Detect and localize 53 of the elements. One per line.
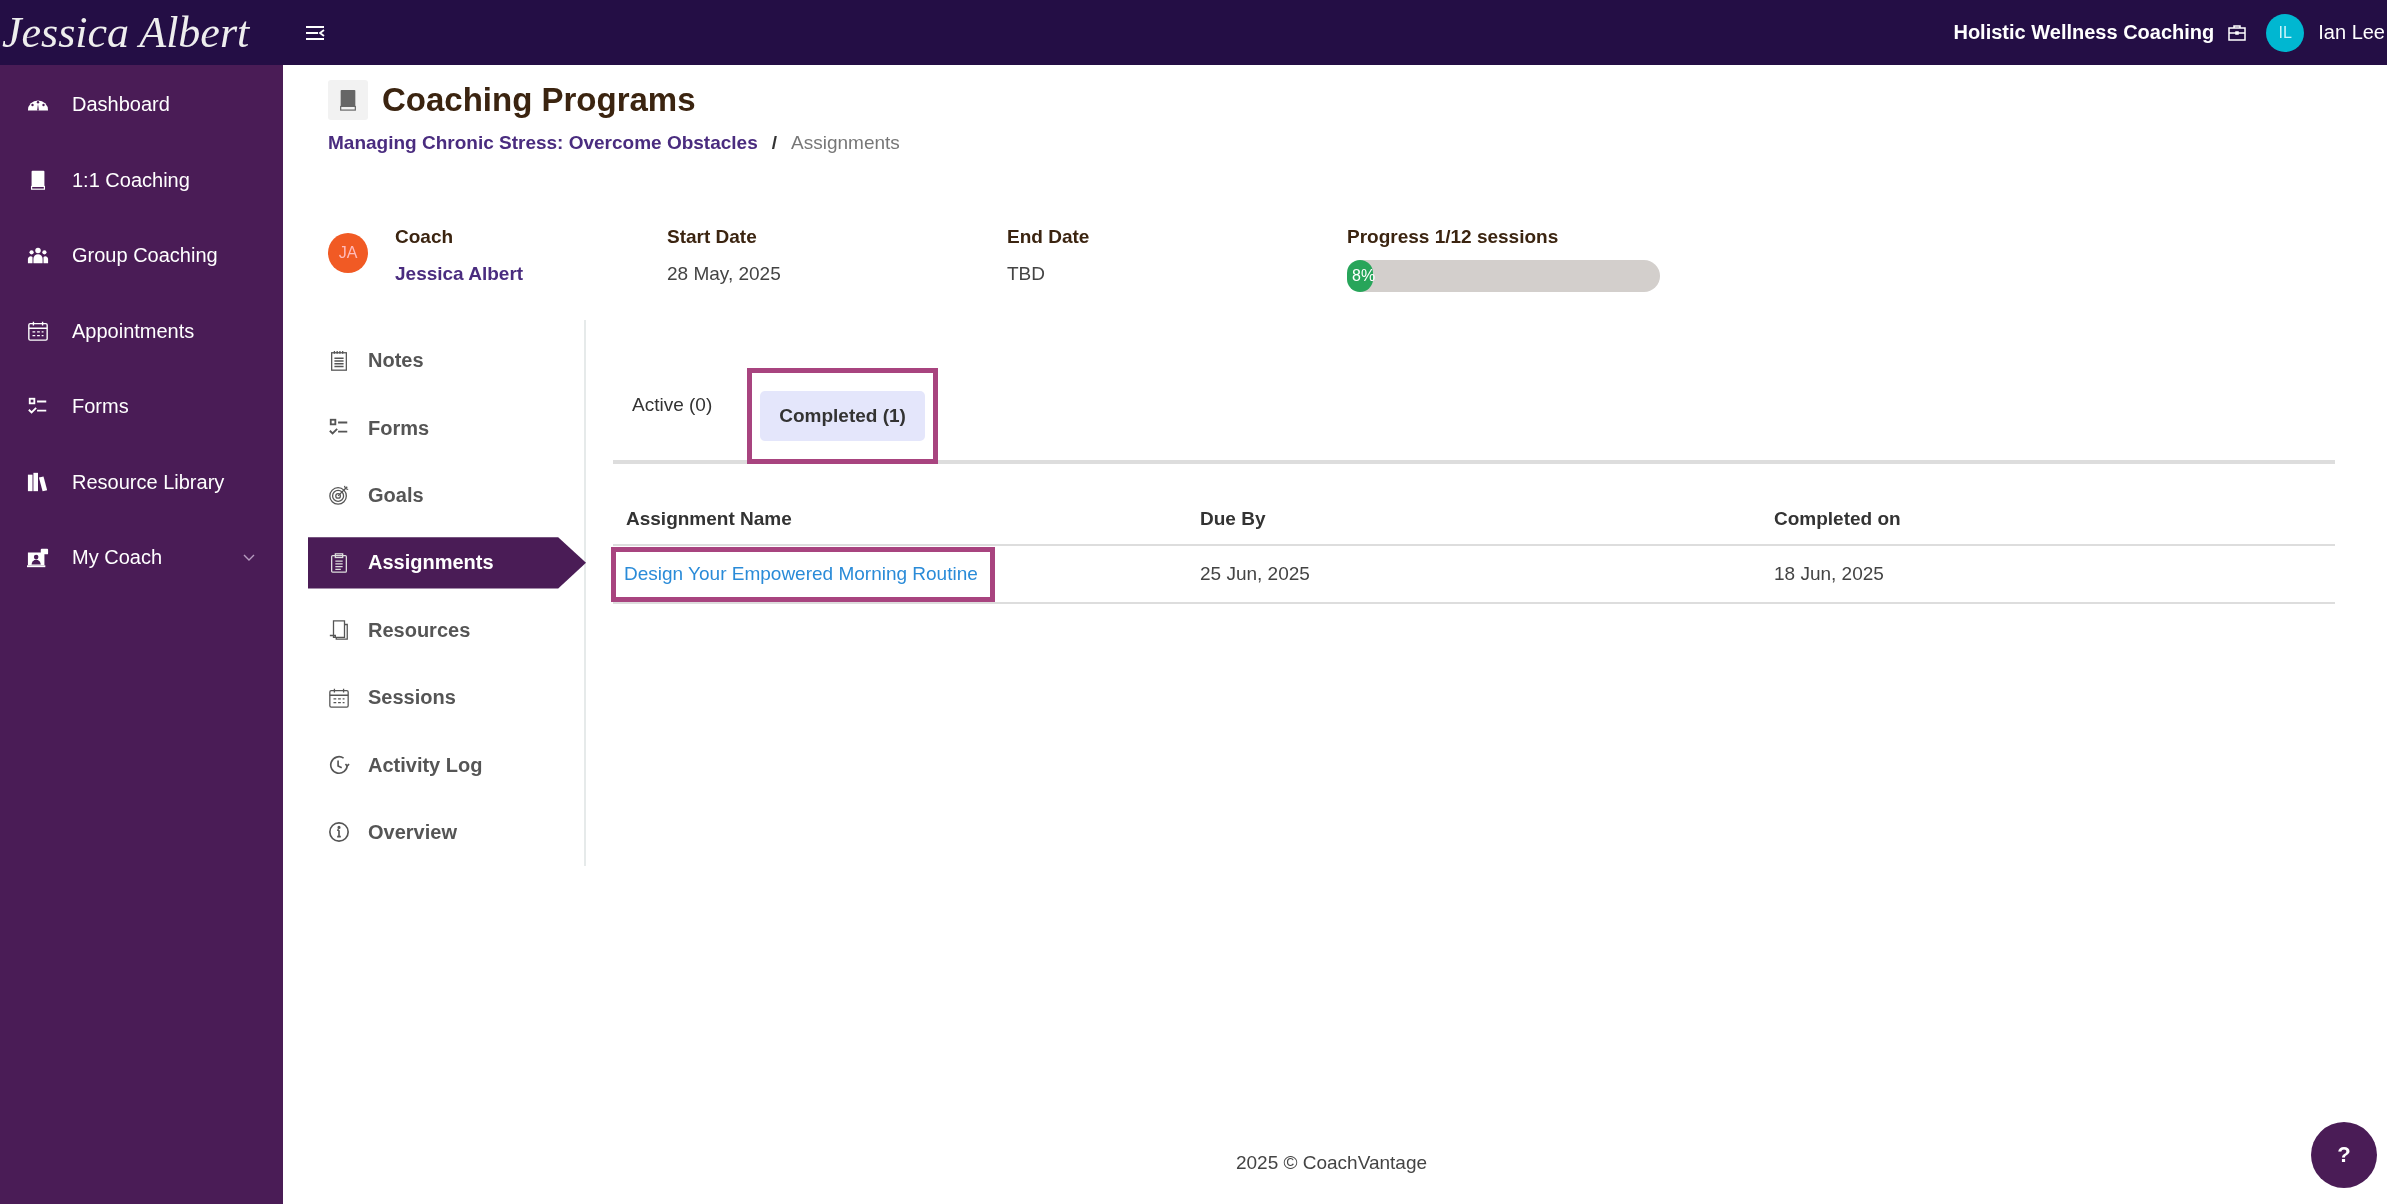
breadcrumb-separator: /	[771, 132, 778, 154]
section-nav-item[interactable]: Sessions	[308, 663, 586, 732]
calendar-icon	[27, 320, 49, 343]
clock-icon	[328, 754, 350, 777]
page-title: Coaching Programs	[382, 81, 696, 119]
coach-avatar: JA	[328, 233, 368, 273]
breadcrumb-link[interactable]: Managing Chronic Stress: Overcome Obstacles	[328, 132, 758, 154]
sidebar-item[interactable]: 1:1 Coaching	[0, 142, 283, 218]
clipboard-icon	[328, 551, 350, 574]
tab[interactable]: Completed (1)	[760, 391, 925, 441]
organization-name: Holistic Wellness Coaching	[1953, 21, 2215, 44]
sidebar-item[interactable]: Resource Library	[0, 444, 283, 520]
coach-name-link[interactable]: Jessica Albert	[395, 263, 667, 285]
notepad-icon	[328, 349, 350, 372]
books-icon	[27, 471, 49, 494]
menu-icon[interactable]	[305, 24, 325, 41]
assignment-link[interactable]: Design Your Empowered Morning Routine	[624, 562, 978, 584]
table-cell: 18 Jun, 2025	[1774, 563, 1884, 584]
section-nav-item[interactable]: Overview	[308, 798, 586, 867]
user-name[interactable]: Ian Lee	[2318, 21, 2385, 44]
sidebar-item[interactable]: My Coach	[0, 520, 283, 596]
logo-signature: Jessica Albert	[1, 7, 251, 58]
column-header: Assignment Name	[613, 494, 1187, 545]
breadcrumb-current: Assignments	[791, 132, 900, 154]
target-icon	[328, 484, 350, 507]
coach-label: Coach	[395, 226, 455, 248]
end-date-label: End Date	[1007, 226, 1091, 248]
table-cell: 25 Jun, 2025	[1200, 563, 1310, 584]
end-date-value: TBD	[1007, 263, 1046, 285]
section-nav-item[interactable]: Notes	[308, 327, 586, 395]
section-nav-item[interactable]: Forms	[308, 394, 586, 462]
progress-label: Progress 1/12 sessions	[1347, 226, 1560, 248]
section-nav-item[interactable]: Goals	[308, 461, 586, 530]
sidebar-item[interactable]: Forms	[0, 369, 283, 445]
sidebar-item[interactable]: Dashboard	[0, 67, 283, 143]
start-date-value: 28 May, 2025	[667, 263, 782, 285]
column-header: Due By	[1187, 494, 1761, 545]
sidebar-item[interactable]: Appointments	[0, 293, 283, 369]
start-date-label: Start Date	[667, 226, 758, 248]
info-icon	[328, 821, 350, 844]
calendar-icon	[328, 686, 350, 709]
badge-icon	[27, 546, 49, 569]
section-nav-item[interactable]: Activity Log	[308, 731, 586, 799]
briefcase-icon[interactable]	[2228, 24, 2247, 41]
section-nav-item[interactable]: Resources	[308, 596, 586, 664]
pages-icon	[328, 619, 350, 642]
copyright-text: 2025 © CoachVantage	[1235, 1152, 1428, 1173]
help-button[interactable]: ?	[2311, 1122, 2377, 1188]
tab[interactable]: Active (0)	[613, 380, 732, 430]
chevron-down-icon[interactable]	[243, 553, 255, 562]
sidebar-item[interactable]: Group Coaching	[0, 218, 283, 294]
book-icon	[328, 80, 368, 120]
column-header: Completed on	[1761, 494, 2335, 545]
